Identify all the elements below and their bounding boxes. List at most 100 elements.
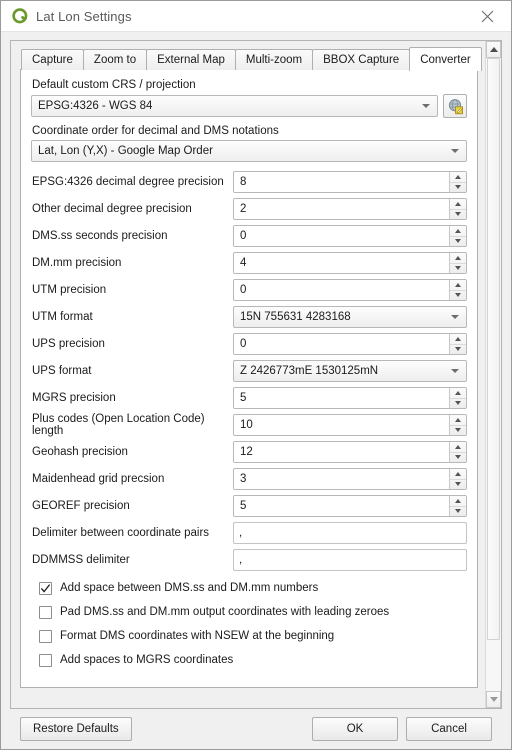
tab-external-map[interactable]: External Map [146,49,236,70]
spinner-buttons[interactable] [449,388,466,408]
spinbox-value: 0 [234,226,449,246]
row-label: Geohash precision [32,446,128,458]
spinner-buttons[interactable] [449,253,466,273]
tab-zoom-to[interactable]: Zoom to [82,49,148,70]
spinbox-value: 0 [234,334,449,354]
spinner-down-icon[interactable] [450,426,466,436]
checkbox-box[interactable] [39,653,52,667]
ok-button[interactable]: OK [312,717,398,741]
row-geohash-precision: Geohash precision 12 [31,441,467,463]
checkbox-add-spaces-mgrs[interactable]: Add spaces to MGRS coordinates [39,648,467,672]
spinner-down-icon[interactable] [450,183,466,193]
tab-label: BBOX Capture [323,54,400,66]
cancel-button[interactable]: Cancel [406,717,492,741]
scrollbar-thumb[interactable] [487,58,500,641]
coordinate-order-combo[interactable]: Lat, Lon (Y,X) - Google Map Order [31,140,467,162]
spinner-buttons[interactable] [449,469,466,489]
spinner-buttons[interactable] [449,226,466,246]
checkbox-box[interactable] [39,581,52,595]
spinner-down-icon[interactable] [450,264,466,274]
spinner-buttons[interactable] [449,280,466,300]
plus-codes-length-spinbox[interactable]: 10 [233,414,467,436]
spinner-buttons[interactable] [449,496,466,516]
tab-label: Capture [32,54,73,66]
spinner-down-icon[interactable] [450,210,466,220]
checkbox-nsew-at-beginning[interactable]: Format DMS coordinates with NSEW at the … [39,624,467,648]
spinbox-value: 5 [234,496,449,516]
row-label: Other decimal degree precision [32,203,192,215]
settings-rows: EPSG:4326 decimal degree precision 8 Oth… [31,171,467,571]
spinner-down-icon[interactable] [450,291,466,301]
row-coordinate-pair-delimiter: Delimiter between coordinate pairs , [31,522,467,544]
combo-value: Z 2426773mE 1530125mN [240,365,379,377]
checkbox-box[interactable] [39,605,52,619]
geohash-precision-spinbox[interactable]: 12 [233,441,467,463]
spinner-down-icon[interactable] [450,480,466,490]
row-plus-codes-length: Plus codes (Open Location Code) length 1… [31,413,467,437]
spinner-up-icon[interactable] [450,388,466,399]
restore-defaults-button[interactable]: Restore Defaults [20,717,132,741]
spinner-up-icon[interactable] [450,253,466,264]
tab-multi-zoom[interactable]: Multi-zoom [234,49,314,70]
tab-converter[interactable]: Converter [409,47,482,71]
spinner-up-icon[interactable] [450,226,466,237]
close-button[interactable] [467,1,507,31]
utm-format-combo[interactable]: 15N 755631 4283168 [233,306,467,328]
row-label: UPS precision [32,338,105,350]
spinner-down-icon[interactable] [450,237,466,247]
tab-label: Converter [420,53,471,66]
row-ups-format: UPS format Z 2426773mE 1530125mN [31,360,467,382]
row-label: GEOREF precision [32,500,130,512]
spinner-up-icon[interactable] [450,415,466,426]
checkbox-pad-leading-zeroes[interactable]: Pad DMS.ss and DM.mm output coordinates … [39,600,467,624]
spinner-down-icon[interactable] [450,507,466,517]
checkbox-add-space-dms-dm[interactable]: Add space between DMS.ss and DM.mm numbe… [39,576,467,600]
spinner-down-icon[interactable] [450,345,466,355]
georef-precision-spinbox[interactable]: 5 [233,495,467,517]
spinner-up-icon[interactable] [450,199,466,210]
crs-combo[interactable]: EPSG:4326 - WGS 84 [31,95,438,117]
vertical-scrollbar[interactable] [485,41,501,708]
spinner-down-icon[interactable] [450,453,466,463]
checkbox-label: Pad DMS.ss and DM.mm output coordinates … [60,606,390,618]
ddmmss-delimiter-input[interactable]: , [233,549,467,571]
scroll-up-button[interactable] [486,41,501,58]
epsg4326-decimal-degree-precision-spinbox[interactable]: 8 [233,171,467,193]
dms-seconds-precision-spinbox[interactable]: 0 [233,225,467,247]
spinner-up-icon[interactable] [450,280,466,291]
utm-precision-spinbox[interactable]: 0 [233,279,467,301]
spinner-buttons[interactable] [449,172,466,192]
spinner-buttons[interactable] [449,199,466,219]
dm-mm-precision-spinbox[interactable]: 4 [233,252,467,274]
tab-capture[interactable]: Capture [21,49,84,70]
spinner-buttons[interactable] [449,442,466,462]
chevron-down-icon [446,149,464,153]
spinner-up-icon[interactable] [450,442,466,453]
ups-format-combo[interactable]: Z 2426773mE 1530125mN [233,360,467,382]
ups-precision-spinbox[interactable]: 0 [233,333,467,355]
coordinate-pair-delimiter-input[interactable]: , [233,522,467,544]
other-decimal-degree-precision-spinbox[interactable]: 2 [233,198,467,220]
spinner-down-icon[interactable] [450,399,466,409]
converter-panel: Default custom CRS / projection EPSG:432… [20,69,478,688]
settings-content: Capture Zoom to External Map Multi-zoom … [11,41,485,708]
scroll-down-button[interactable] [486,691,501,708]
spinner-up-icon[interactable] [450,334,466,345]
row-utm-format: UTM format 15N 755631 4283168 [31,306,467,328]
spinner-buttons[interactable] [449,415,466,435]
scrollbar-track[interactable] [486,58,501,691]
maidenhead-grid-precision-spinbox[interactable]: 3 [233,468,467,490]
checkbox-box[interactable] [39,629,52,643]
spinner-buttons[interactable] [449,334,466,354]
tab-bbox-capture[interactable]: BBOX Capture [312,49,411,70]
spinner-up-icon[interactable] [450,496,466,507]
check-icon [40,583,51,593]
select-crs-button[interactable] [443,94,467,118]
spinner-up-icon[interactable] [450,469,466,480]
row-label: DM.mm precision [32,257,122,269]
spinbox-value: 5 [234,388,449,408]
spinner-up-icon[interactable] [450,172,466,183]
mgrs-precision-spinbox[interactable]: 5 [233,387,467,409]
qgis-logo-icon [12,7,28,23]
window-title: Lat Lon Settings [36,8,132,24]
